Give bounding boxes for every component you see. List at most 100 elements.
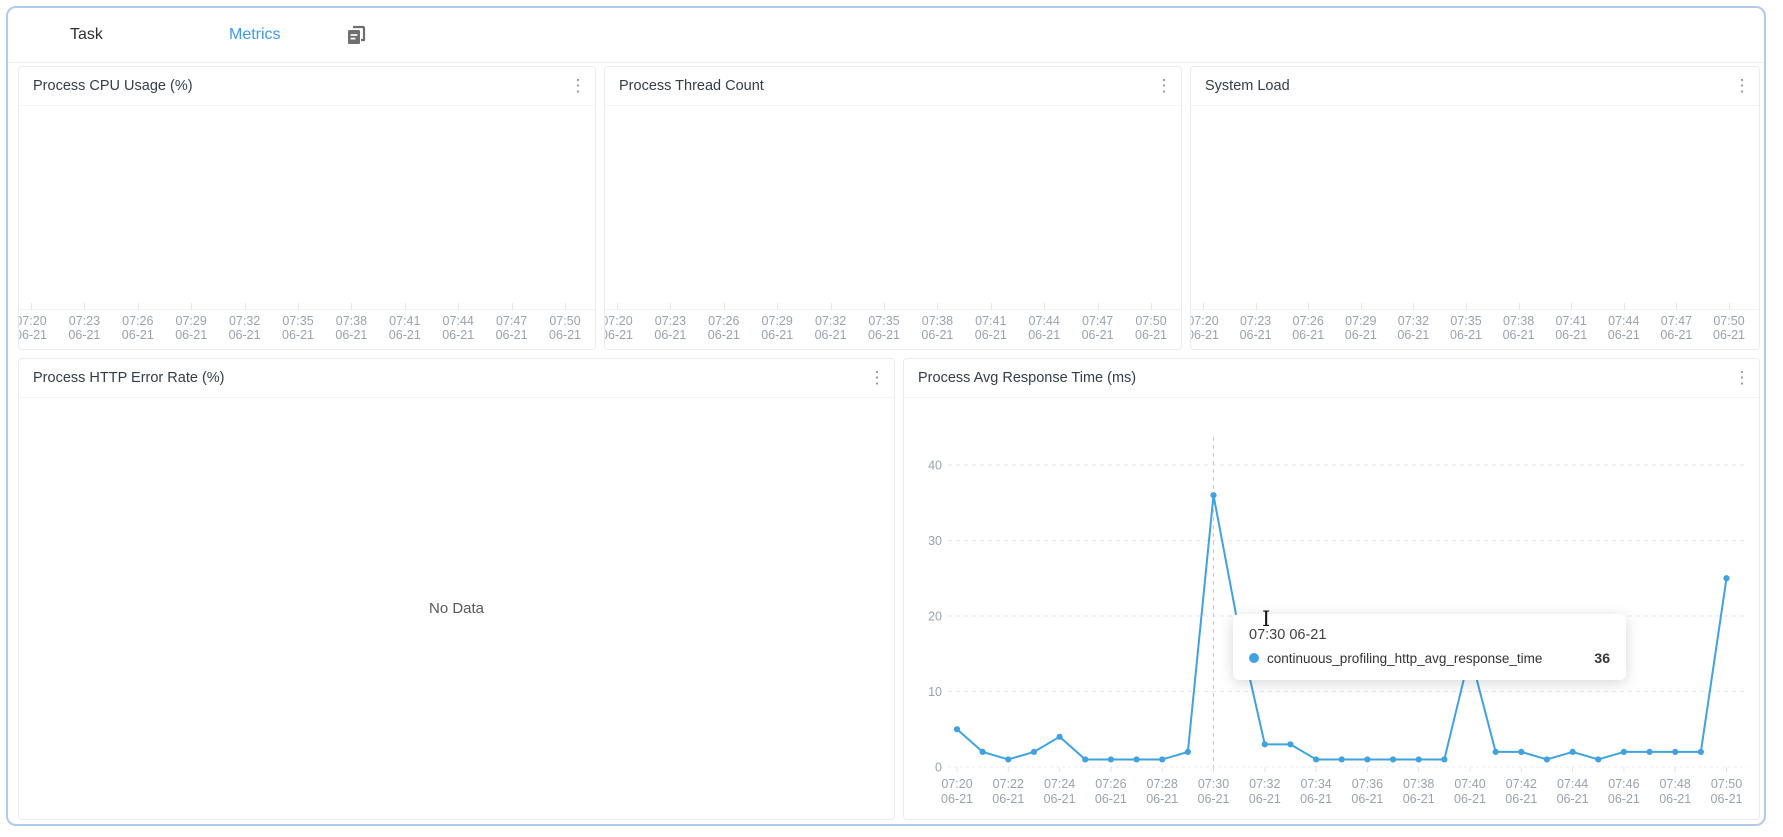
x-axis-tick [1466, 303, 1467, 309]
data-point[interactable] [1082, 756, 1088, 762]
data-point[interactable] [1210, 492, 1216, 498]
copy-document-icon[interactable] [344, 23, 368, 47]
x-axis-tick-label: 07:4006-21 [1454, 777, 1486, 806]
data-point[interactable] [1621, 749, 1627, 755]
y-axis-tick-label: 20 [928, 610, 942, 624]
empty-chart-area[interactable]: 07:2006-2107:2306-2107:2606-2107:2906-21… [1191, 105, 1759, 349]
x-axis-tick-label: 07:2406-21 [1044, 777, 1076, 806]
x-axis-tick [1044, 303, 1045, 309]
panel-header: System Load ⋮ [1191, 67, 1759, 106]
panel-system-load: System Load ⋮ 07:2006-2107:2306-2107:260… [1190, 66, 1760, 350]
y-axis-tick-label: 40 [928, 459, 942, 473]
chart-tooltip: 07:30 06-21 continuous_profiling_http_av… [1233, 614, 1626, 680]
y-axis-tick-label: 10 [928, 685, 942, 699]
x-axis-tick [937, 303, 938, 309]
avg-response-time-chart[interactable]: 01020304007:2006-2107:2206-2107:2406-210… [904, 359, 1761, 821]
tooltip-timestamp: 07:30 06-21 [1249, 627, 1610, 643]
x-axis-line [19, 309, 595, 310]
no-data-area: No Data [19, 397, 894, 819]
panel-title: System Load [1205, 67, 1290, 105]
panel-menu-icon[interactable]: ⋮ [567, 74, 589, 98]
x-axis-tick [1624, 303, 1625, 309]
x-axis-tick-label: 07:5006-21 [1711, 777, 1743, 806]
data-point[interactable] [1723, 575, 1729, 581]
panel-header: Process HTTP Error Rate (%) ⋮ [19, 359, 894, 398]
data-point[interactable] [1133, 756, 1139, 762]
panel-menu-icon[interactable]: ⋮ [1153, 74, 1175, 98]
x-axis-tick [724, 303, 725, 309]
data-point[interactable] [1262, 741, 1268, 747]
x-axis-tick-label: 07:5006-21 [1125, 314, 1177, 342]
x-axis-tick-label: 07:2606-21 [1095, 777, 1127, 806]
panel-title: Process HTTP Error Rate (%) [33, 359, 225, 397]
data-point[interactable] [1493, 749, 1499, 755]
empty-chart-area[interactable]: 07:2006-2107:2306-2107:2606-2107:2906-21… [19, 105, 595, 349]
x-axis-tick [31, 303, 32, 309]
x-axis-tick-label: 07:4406-21 [1598, 314, 1650, 342]
screen: Task Metrics Process CPU Usage (%) ⋮ 07:… [0, 0, 1783, 837]
x-axis-tick [458, 303, 459, 309]
x-axis-tick [84, 303, 85, 309]
x-axis-tick [565, 303, 566, 309]
x-axis-line [1191, 309, 1759, 310]
x-axis-tick [191, 303, 192, 309]
x-axis-tick-label: 07:3806-21 [911, 314, 963, 342]
x-axis-tick [884, 303, 885, 309]
data-point[interactable] [1518, 749, 1524, 755]
x-axis-tick [1308, 303, 1309, 309]
x-axis-line [605, 309, 1181, 310]
tooltip-series-value: 36 [1594, 650, 1610, 666]
tab-metrics[interactable]: Metrics [229, 8, 281, 62]
data-point[interactable] [1108, 756, 1114, 762]
data-point[interactable] [1185, 749, 1191, 755]
x-axis-tick-label: 07:4606-21 [1608, 777, 1640, 806]
x-axis-tick-label: 07:2606-21 [112, 314, 164, 342]
data-point[interactable] [980, 749, 986, 755]
panel-menu-icon[interactable]: ⋮ [1731, 74, 1753, 98]
panel-process-thread-count: Process Thread Count ⋮ 07:2006-2107:2306… [604, 66, 1182, 350]
x-axis-tick [351, 303, 352, 309]
data-point[interactable] [1339, 756, 1345, 762]
data-point[interactable] [1287, 741, 1293, 747]
x-axis-tick-label: 07:5006-21 [1703, 314, 1755, 342]
x-axis-tick-label: 07:2006-21 [1191, 314, 1229, 342]
x-axis-tick [1676, 303, 1677, 309]
data-point[interactable] [1595, 756, 1601, 762]
data-point[interactable] [1672, 749, 1678, 755]
empty-chart-area[interactable]: 07:2006-2107:2306-2107:2606-2107:2906-21… [605, 105, 1181, 349]
data-point[interactable] [1544, 756, 1550, 762]
data-point[interactable] [1646, 749, 1652, 755]
x-axis-tick [1729, 303, 1730, 309]
x-axis-tick [991, 303, 992, 309]
x-axis-tick-label: 07:3506-21 [1440, 314, 1492, 342]
data-point[interactable] [1698, 749, 1704, 755]
panel-menu-icon[interactable]: ⋮ [866, 366, 888, 390]
data-point[interactable] [1364, 756, 1370, 762]
x-axis-tick-label: 07:2306-21 [58, 314, 110, 342]
x-axis-tick-label: 07:3506-21 [272, 314, 324, 342]
data-point[interactable] [1005, 756, 1011, 762]
data-point[interactable] [1159, 756, 1165, 762]
x-axis-tick-label: 07:3006-21 [1198, 777, 1230, 806]
data-point[interactable] [1570, 749, 1576, 755]
x-axis-tick-label: 07:2006-21 [605, 314, 643, 342]
tab-bar: Task Metrics [8, 8, 1764, 63]
tab-task[interactable]: Task [70, 8, 103, 62]
data-point[interactable] [954, 726, 960, 732]
x-axis-tick [1256, 303, 1257, 309]
data-point[interactable] [1416, 756, 1422, 762]
data-point[interactable] [1441, 756, 1447, 762]
x-axis-tick [777, 303, 778, 309]
x-axis-tick-label: 07:2906-21 [751, 314, 803, 342]
data-point[interactable] [1390, 756, 1396, 762]
data-point[interactable] [1057, 734, 1063, 740]
data-point[interactable] [1031, 749, 1037, 755]
data-point[interactable] [1313, 756, 1319, 762]
panel-title: Process CPU Usage (%) [33, 67, 193, 105]
x-axis-tick-label: 07:5006-21 [539, 314, 591, 342]
panel-process-cpu-usage: Process CPU Usage (%) ⋮ 07:2006-2107:230… [18, 66, 596, 350]
x-axis-tick-label: 07:2306-21 [1230, 314, 1282, 342]
x-axis-tick [1098, 303, 1099, 309]
x-axis-tick [512, 303, 513, 309]
x-axis-tick-label: 07:4106-21 [379, 314, 431, 342]
